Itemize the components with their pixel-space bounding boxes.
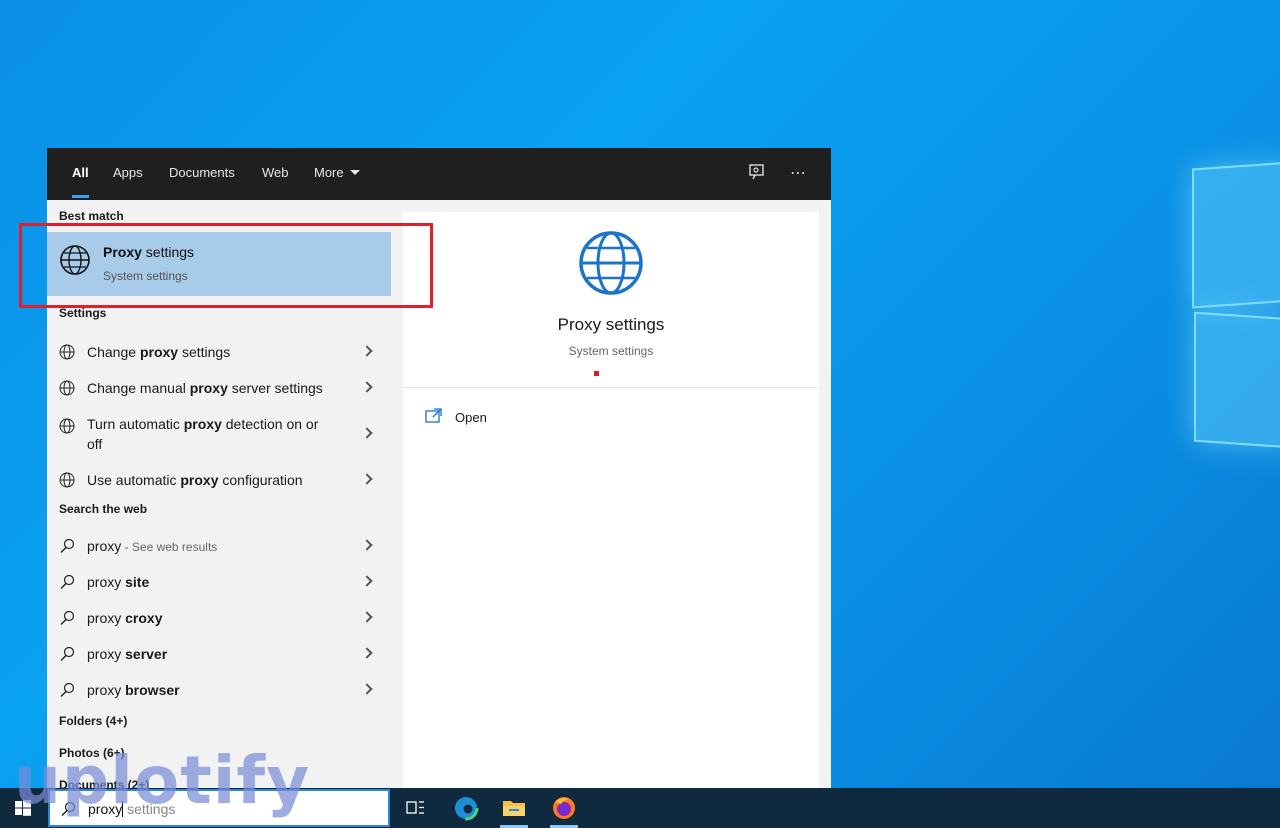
- globe-icon: [60, 245, 90, 275]
- tab-documents[interactable]: Documents: [169, 148, 235, 200]
- globe-icon: [59, 344, 75, 360]
- result-label: Change proxy settings: [87, 344, 231, 360]
- chevron-right-icon: [361, 427, 373, 439]
- web-result-proxy[interactable]: proxy - See web results: [47, 528, 391, 564]
- result-label: Turn automatic proxy detection on or off: [87, 416, 319, 452]
- taskbar-search-input[interactable]: proxy settings: [48, 789, 390, 827]
- chevron-down-icon: [349, 170, 360, 175]
- best-match-title: Proxy settings: [103, 244, 195, 260]
- globe-icon: [579, 231, 643, 295]
- tab-more[interactable]: More: [314, 148, 360, 200]
- search-icon: [60, 610, 75, 625]
- chevron-right-icon: [361, 647, 373, 659]
- more-options-icon[interactable]: ⋯: [786, 162, 810, 186]
- section-documents[interactable]: Documents (2+): [59, 778, 149, 788]
- result-label: proxy - See web results: [87, 538, 218, 554]
- chevron-right-icon: [361, 611, 373, 623]
- best-match-proxy-settings[interactable]: Proxy settings System settings: [47, 232, 391, 296]
- section-folders[interactable]: Folders (4+): [59, 714, 127, 728]
- feedback-icon[interactable]: [745, 162, 769, 186]
- folder-icon: [503, 801, 525, 816]
- preview-pane: Proxy settings System settings Open: [403, 212, 819, 788]
- search-icon: [60, 574, 75, 589]
- chevron-right-icon: [361, 473, 373, 485]
- desktop-windows-logo: [1192, 161, 1280, 455]
- indicator-dot: [594, 371, 599, 376]
- web-result-proxy-croxy[interactable]: proxy croxy: [47, 600, 391, 636]
- open-label: Open: [455, 410, 487, 425]
- search-icon: [60, 682, 75, 697]
- file-explorer-button[interactable]: [497, 792, 531, 828]
- start-button[interactable]: [0, 788, 46, 828]
- search-icon: [61, 801, 76, 816]
- globe-icon: [59, 380, 75, 396]
- chevron-right-icon: [361, 539, 373, 551]
- tab-apps[interactable]: Apps: [113, 148, 143, 200]
- tab-all[interactable]: All: [72, 148, 89, 200]
- results-list: Best match Proxy settings System setting…: [47, 200, 403, 788]
- result-label: Change manual proxy server settings: [87, 380, 323, 396]
- open-action[interactable]: Open: [425, 408, 487, 428]
- search-icon: [60, 538, 75, 553]
- best-match-subtitle: System settings: [103, 269, 188, 283]
- edge-icon: [453, 795, 479, 821]
- firefox-icon: [553, 797, 575, 819]
- result-label: proxy croxy: [87, 610, 163, 626]
- result-label: Use automatic proxy configuration: [87, 472, 303, 488]
- edge-app-button[interactable]: [449, 792, 483, 824]
- section-settings: Settings: [59, 306, 107, 320]
- settings-result-auto-detect[interactable]: Turn automatic proxy detection on or off: [47, 406, 391, 462]
- settings-result-auto-config[interactable]: Use automatic proxy configuration: [47, 462, 391, 498]
- preview-title: Proxy settings: [557, 315, 665, 334]
- section-search-web: Search the web: [59, 502, 148, 516]
- tab-web[interactable]: Web: [262, 148, 289, 200]
- search-icon: [60, 646, 75, 661]
- open-external-icon: [425, 408, 442, 423]
- chevron-right-icon: [361, 683, 373, 695]
- globe-icon: [59, 418, 75, 434]
- chevron-right-icon: [361, 575, 373, 587]
- divider: [403, 387, 819, 388]
- settings-result-manual-proxy[interactable]: Change manual proxy server settings: [47, 370, 391, 406]
- taskbar: proxy settings: [0, 788, 1280, 828]
- settings-result-change-proxy[interactable]: Change proxy settings: [47, 334, 391, 370]
- preview-subtitle: System settings: [568, 344, 654, 358]
- section-best-match: Best match: [59, 209, 124, 223]
- globe-icon: [59, 472, 75, 488]
- search-panel: All Apps Documents Web More ⋯ Best match…: [47, 148, 831, 788]
- chevron-right-icon: [361, 345, 373, 357]
- web-result-proxy-browser[interactable]: proxy browser: [47, 672, 391, 708]
- task-view-icon: [406, 801, 424, 814]
- result-label: proxy site: [87, 574, 150, 590]
- web-result-proxy-server[interactable]: proxy server: [47, 636, 391, 672]
- web-result-proxy-site[interactable]: proxy site: [47, 564, 391, 600]
- search-query: proxy settings: [88, 801, 176, 817]
- result-label: proxy browser: [87, 682, 180, 698]
- result-label: proxy server: [87, 646, 168, 662]
- search-tabs-bar: All Apps Documents Web More ⋯: [47, 148, 831, 200]
- windows-logo-icon: [15, 800, 31, 816]
- firefox-app-button[interactable]: [547, 792, 581, 828]
- task-view-button[interactable]: [398, 792, 432, 824]
- section-photos[interactable]: Photos (6+): [59, 746, 125, 760]
- chevron-right-icon: [361, 381, 373, 393]
